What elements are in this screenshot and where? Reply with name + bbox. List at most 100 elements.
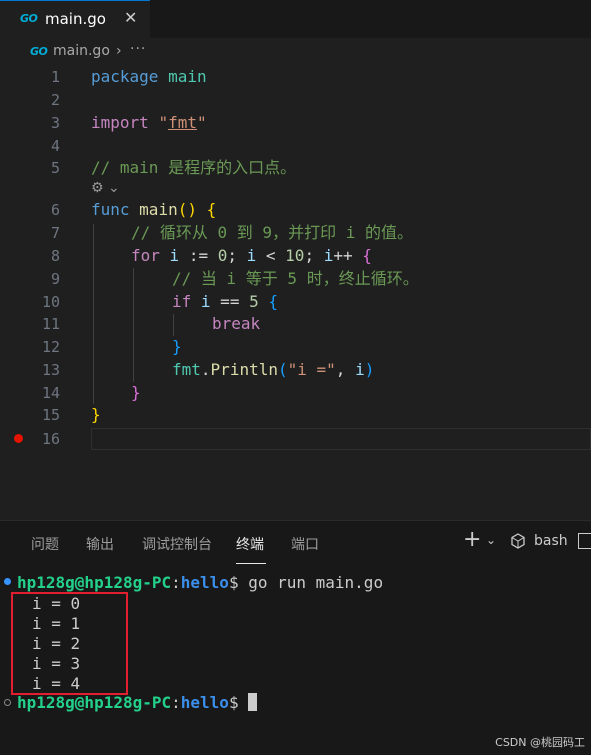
operator: ++: [333, 246, 363, 265]
comma: ,: [335, 360, 356, 379]
prompt-dollar: $: [228, 693, 239, 712]
new-terminal-plus-icon[interactable]: +: [463, 527, 481, 552]
line-number: 13: [41, 361, 60, 379]
code-line: 6 func main() {: [0, 199, 591, 221]
editor-tab-main-go[interactable]: GO main.go ✕: [0, 0, 150, 38]
line-number: 12: [41, 338, 60, 356]
chevron-down-icon[interactable]: ⌄: [486, 533, 496, 547]
line-number: 10: [41, 293, 60, 311]
code-line: 1 package main: [0, 66, 591, 88]
code-line: 15 }: [0, 404, 591, 426]
keyword: if: [172, 292, 192, 311]
paren: (: [277, 360, 288, 379]
line-number: 11: [41, 315, 60, 333]
codelens[interactable]: ⚙ ⌄: [91, 180, 120, 200]
code-line: 11 break: [0, 313, 591, 335]
split-terminal-icon[interactable]: [578, 533, 591, 549]
code-line: 12 }: [0, 336, 591, 358]
highlight-box: [11, 592, 128, 695]
breadcrumb-file[interactable]: main.go: [53, 43, 110, 59]
line-number: 16: [41, 430, 60, 448]
variable: i: [200, 292, 211, 311]
line-number: 1: [50, 68, 60, 86]
code-line: 16: [0, 428, 591, 450]
command-decoration-icon[interactable]: [4, 699, 11, 706]
line-number: 2: [50, 91, 60, 109]
variable: i: [169, 246, 180, 265]
import-path: fmt: [168, 113, 197, 132]
package-ref: fmt: [172, 360, 201, 379]
keyword: import: [91, 113, 149, 132]
semicolon: ;: [304, 246, 324, 265]
tab-debug-console[interactable]: 调试控制台: [142, 534, 212, 554]
line-number: 7: [50, 224, 60, 242]
paren: ): [364, 360, 375, 379]
brace: {: [268, 292, 278, 311]
comment: // 循环从 0 到 9，并打印 i 的值。: [131, 223, 413, 242]
terminal-prompt-line: hp128g@hp128g-PC:hello$ go run main.go: [17, 573, 383, 593]
debug-icon[interactable]: ⚙: [91, 180, 104, 196]
keyword: func: [91, 200, 130, 219]
line-number: 8: [50, 247, 60, 265]
number: 10: [285, 246, 305, 265]
code-line: 3 import "fmt": [0, 112, 591, 134]
tab-output[interactable]: 输出: [86, 534, 114, 554]
command-decoration-icon[interactable]: [4, 578, 11, 585]
prompt-path: hello: [180, 693, 229, 712]
dot: .: [200, 360, 211, 379]
line-number: 15: [41, 406, 60, 424]
go-file-icon: GO: [20, 12, 38, 25]
terminal-prompt-line[interactable]: hp128g@hp128g-PC:hello$: [17, 693, 258, 713]
tab-ports[interactable]: 端口: [291, 534, 319, 554]
prompt-path: hello: [180, 573, 229, 592]
keyword: for: [131, 246, 160, 265]
keyword: break: [212, 314, 261, 333]
number: 5: [249, 292, 259, 311]
tab-filename: main.go: [45, 10, 106, 28]
code-line: 5 // main 是程序的入口点。: [0, 157, 591, 179]
brace: }: [91, 405, 101, 424]
breadcrumb: GO main.go › ···: [0, 38, 591, 66]
go-file-icon: GO: [30, 45, 48, 58]
code-line: 10 if i == 5 {: [0, 291, 591, 313]
prompt-user-host: hp128g@hp128g-PC: [17, 573, 172, 592]
operator: :=: [179, 246, 218, 265]
prompt-colon: :: [171, 693, 181, 712]
code-line: 7 // 循环从 0 到 9，并打印 i 的值。: [0, 222, 591, 244]
brace: {: [206, 200, 217, 219]
brace: {: [362, 246, 372, 265]
prompt-user-host: hp128g@hp128g-PC: [17, 693, 172, 712]
brace: }: [131, 383, 141, 402]
function-call: Println: [210, 360, 278, 379]
parens: (): [177, 200, 197, 219]
terminal-command: go run main.go: [238, 573, 384, 592]
number: 0: [217, 246, 228, 265]
package-name: main: [168, 67, 207, 86]
line-number: 6: [50, 201, 60, 219]
line-number: 5: [50, 159, 60, 177]
variable: i: [246, 246, 257, 265]
variable: i: [355, 360, 365, 379]
variable: i: [323, 246, 334, 265]
chevron-down-icon[interactable]: ⌄: [108, 180, 120, 196]
terminal-profile-icon: [511, 533, 525, 549]
comment: // main 是程序的入口点。: [91, 158, 297, 177]
tab-problems[interactable]: 问题: [31, 534, 59, 554]
close-icon[interactable]: ✕: [124, 8, 137, 27]
semicolon: ;: [227, 246, 247, 265]
operator: <: [256, 246, 286, 265]
brace: }: [172, 337, 182, 356]
code-line: 8 for i := 0; i < 10; i++ {: [0, 245, 591, 267]
line-number: 9: [50, 270, 60, 288]
breadcrumb-more[interactable]: ···: [130, 41, 146, 57]
editor-tab-bar: GO main.go ✕: [0, 0, 591, 39]
terminal-cursor: [248, 693, 258, 711]
string-literal: "i =": [287, 360, 336, 379]
line-number: 3: [50, 114, 60, 132]
operator: ==: [210, 292, 250, 311]
tab-terminal[interactable]: 终端: [236, 534, 264, 554]
shell-name[interactable]: bash: [534, 533, 568, 549]
keyword: package: [91, 67, 159, 86]
watermark: CSDN @桃园码工: [495, 736, 585, 749]
string-quote: ": [158, 113, 169, 132]
